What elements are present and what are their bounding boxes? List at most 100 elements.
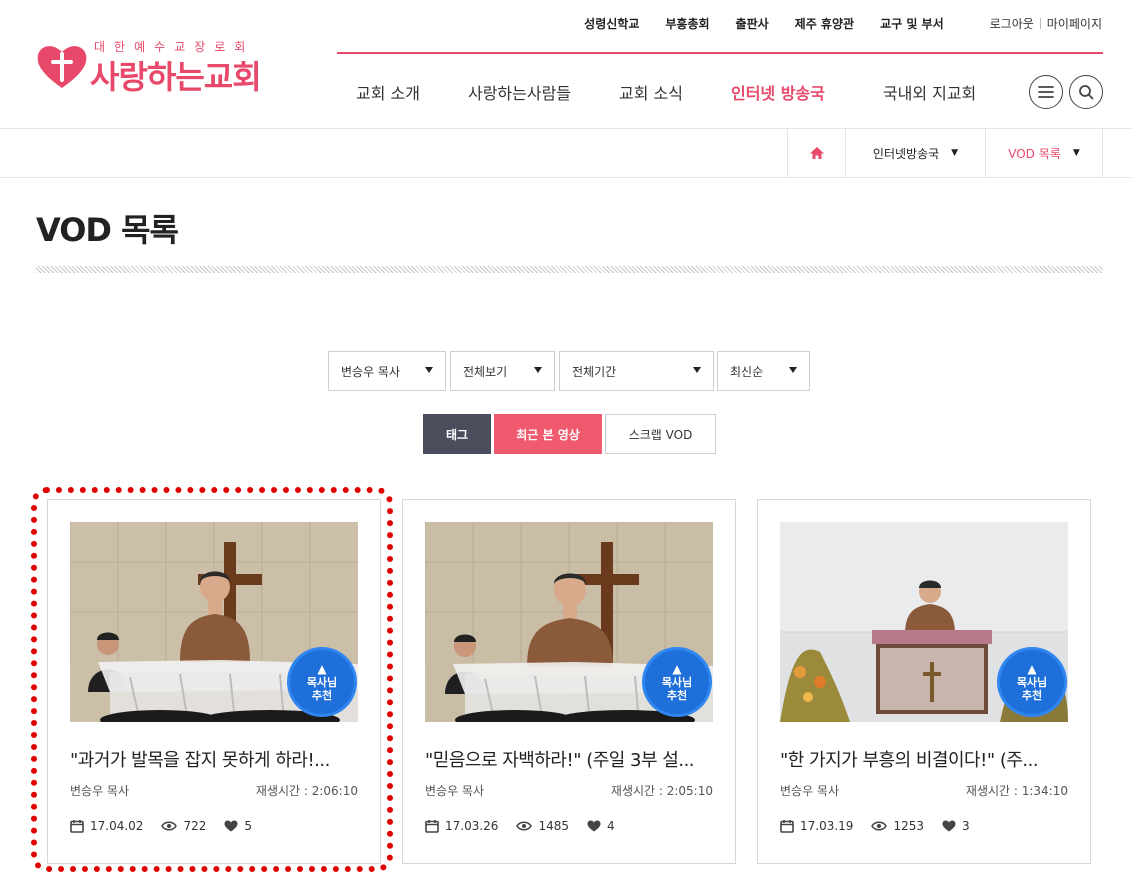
- main-nav: 교회 소개 사랑하는사람들 교회 소식 인터넷 방송국 국내외 지교회: [356, 80, 976, 104]
- video-title[interactable]: "믿음으로 자백하라!" (주일 3부 설...: [425, 746, 715, 772]
- video-thumbnail[interactable]: ▲ 목사님 추천: [780, 522, 1068, 722]
- badge-line1: 목사님: [661, 675, 693, 689]
- video-views: 1485: [516, 819, 569, 833]
- page-title: VOD 목록: [36, 211, 179, 249]
- logo-heart-cross-icon: [37, 46, 87, 88]
- video-date: 17.04.02: [70, 819, 143, 833]
- logout-link[interactable]: 로그아웃: [990, 15, 1034, 32]
- video-title[interactable]: "과거가 발목을 잡지 못하게 하라!...: [70, 746, 360, 772]
- church-logo[interactable]: 대한예수교장로회 사랑하는교회: [36, 38, 296, 96]
- nav-item-branch-churches[interactable]: 국내외 지교회: [883, 80, 976, 104]
- divider: [1039, 18, 1041, 29]
- pastor-recommend-badge: ▲ 목사님 추천: [645, 650, 709, 714]
- view-select[interactable]: 전체보기: [450, 351, 555, 391]
- search-icon: [1079, 85, 1094, 100]
- pastor-recommend-badge: ▲ 목사님 추천: [1000, 650, 1064, 714]
- video-likes-value: 4: [606, 819, 615, 833]
- recent-videos-tab[interactable]: 최근 본 영상: [494, 414, 602, 454]
- pastor-recommend-badge: ▲ 목사님 추천: [290, 650, 354, 714]
- util-link-departments[interactable]: 교구 및 부서: [880, 15, 944, 32]
- util-link-general-assembly[interactable]: 부흥총회: [665, 15, 709, 32]
- eye-icon: [871, 821, 888, 831]
- video-likes: 5: [224, 819, 252, 833]
- eye-icon: [516, 821, 533, 831]
- breadcrumb-level2-dropdown[interactable]: VOD 목록 ▼: [985, 129, 1103, 177]
- heart-icon: [587, 820, 601, 832]
- breadcrumb-level1-dropdown[interactable]: 인터넷방송국 ▼: [845, 129, 985, 177]
- video-author: 변승우 목사: [70, 784, 130, 798]
- menu-icon: [1038, 86, 1054, 98]
- util-link-publisher[interactable]: 출판사: [736, 15, 769, 32]
- calendar-icon: [780, 820, 794, 833]
- calendar-icon: [70, 820, 84, 833]
- badge-line2: 추천: [666, 688, 688, 702]
- video-thumbnail[interactable]: ▲ 목사님 추천: [425, 522, 713, 722]
- period-select[interactable]: 전체기간: [559, 351, 714, 391]
- caret-down-icon: [534, 367, 542, 373]
- video-date-value: 17.04.02: [90, 819, 144, 833]
- heart-icon: [942, 820, 956, 832]
- video-thumbnail[interactable]: ▲ 목사님 추천: [70, 522, 358, 722]
- account-links: 로그아웃 마이페이지: [990, 15, 1102, 32]
- nav-item-internet-broadcast[interactable]: 인터넷 방송국: [731, 80, 825, 104]
- video-views-value: 722: [183, 819, 207, 833]
- header-divider: [337, 52, 1103, 54]
- view-select-value: 전체보기: [463, 364, 508, 379]
- breadcrumb-bar: 인터넷방송국 ▼ VOD 목록 ▼: [0, 128, 1132, 178]
- video-card[interactable]: ▲ 목사님 추천 "믿음으로 자백하라!" (주일 3부 설... 변승우 목사…: [402, 499, 736, 864]
- breadcrumb-level2-label: VOD 목록: [1008, 146, 1061, 161]
- caret-down-icon: [693, 367, 701, 373]
- sort-select-value: 최신순: [730, 364, 764, 379]
- nav-item-church-news[interactable]: 교회 소식: [619, 80, 683, 104]
- scrap-vod-tab[interactable]: 스크랩 VOD: [605, 414, 716, 454]
- video-views: 1253: [871, 819, 924, 833]
- video-likes-value: 3: [961, 819, 970, 833]
- sort-select[interactable]: 최신순: [717, 351, 810, 391]
- title-divider: [36, 266, 1103, 273]
- breadcrumb-level1-label: 인터넷방송국: [872, 146, 940, 161]
- util-link-seminary[interactable]: 성령신학교: [584, 15, 639, 32]
- video-card[interactable]: ▲ 목사님 추천 "한 가지가 부흥의 비결이다!" (주... 변승우 목사 …: [757, 499, 1091, 864]
- logo-title: 사랑하는교회: [90, 58, 262, 96]
- utility-nav: 성령신학교 부흥총회 출판사 제주 휴양관 교구 및 부서 로그아웃 마이페이지: [584, 15, 1102, 32]
- video-date: 17.03.26: [425, 819, 498, 833]
- period-select-value: 전체기간: [572, 364, 617, 379]
- video-date: 17.03.19: [780, 819, 853, 833]
- badge-icon: ▲: [1027, 661, 1037, 676]
- video-date-value: 17.03.19: [800, 819, 854, 833]
- video-title[interactable]: "한 가지가 부흥의 비결이다!" (주...: [780, 746, 1070, 772]
- nav-item-people[interactable]: 사랑하는사람들: [468, 80, 571, 104]
- nav-item-church-intro[interactable]: 교회 소개: [356, 80, 420, 104]
- mypage-link[interactable]: 마이페이지: [1047, 15, 1102, 32]
- caret-down-icon: [789, 367, 797, 373]
- video-card[interactable]: ▲ 목사님 추천 "과거가 발목을 잡지 못하게 하라!... 변승우 목사 재…: [47, 499, 381, 864]
- heart-icon: [224, 820, 238, 832]
- video-views-value: 1485: [538, 819, 569, 833]
- video-author: 변승우 목사: [425, 784, 485, 798]
- video-date-value: 17.03.26: [445, 819, 499, 833]
- search-button[interactable]: [1069, 75, 1103, 109]
- badge-line2: 추천: [1021, 688, 1043, 702]
- home-icon: [809, 147, 824, 159]
- pastor-select[interactable]: 변승우 목사: [328, 351, 446, 391]
- video-views: 722: [161, 819, 206, 833]
- tag-tab[interactable]: 태그: [423, 414, 491, 454]
- badge-icon: ▲: [672, 661, 682, 676]
- breadcrumb-home[interactable]: [787, 129, 845, 177]
- video-runtime: 재생시간 : 1:34:10: [965, 784, 1068, 798]
- badge-icon: ▲: [317, 661, 327, 676]
- video-meta: 17.03.19 1253 3: [780, 819, 970, 833]
- util-link-jeju-retreat[interactable]: 제주 휴양관: [795, 15, 854, 32]
- badge-line1: 목사님: [1016, 675, 1048, 689]
- video-runtime: 재생시간 : 2:06:10: [255, 784, 358, 798]
- dropdown-arrow-icon: ▼: [1072, 148, 1080, 158]
- badge-line1: 목사님: [306, 675, 338, 689]
- video-views-value: 1253: [893, 819, 924, 833]
- menu-button[interactable]: [1029, 75, 1063, 109]
- video-author: 변승우 목사: [780, 784, 840, 798]
- video-likes-value: 5: [244, 819, 252, 833]
- caret-down-icon: [425, 367, 433, 373]
- video-runtime: 재생시간 : 2:05:10: [610, 784, 713, 798]
- video-likes: 4: [587, 819, 615, 833]
- calendar-icon: [425, 820, 439, 833]
